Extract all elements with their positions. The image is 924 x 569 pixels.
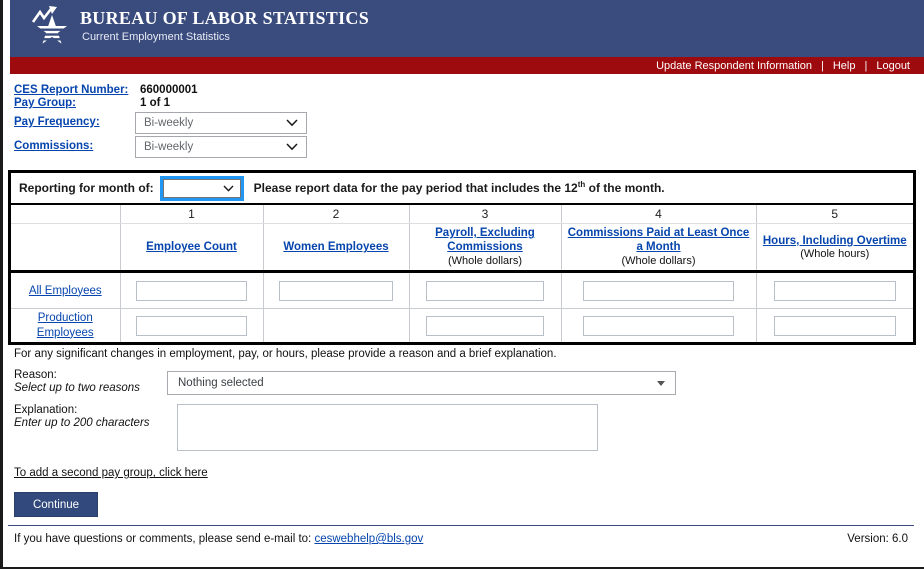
reporting-month-select-field — [163, 179, 241, 198]
reason-label: Reason: — [14, 369, 57, 381]
production-employees-payroll-input[interactable] — [426, 316, 544, 336]
explanation-textarea[interactable] — [177, 404, 598, 451]
hours-header-link[interactable]: Hours, Including Overtime — [763, 234, 907, 248]
production-employees-hours-input[interactable] — [774, 316, 896, 336]
column-header-row: Employee Count Women Employees Payroll, … — [11, 224, 913, 272]
pay-frequency-select[interactable]: Bi-weekly — [135, 112, 307, 134]
column-number: 2 — [263, 205, 409, 224]
pay-period-grid: 1 2 3 4 5 Employee Count Women Employees… — [11, 205, 913, 342]
nav-separator: | — [855, 60, 876, 72]
column-number: 1 — [120, 205, 263, 224]
bls-star-logo — [30, 5, 76, 53]
ces-report-number-value: 660000001 — [140, 84, 198, 96]
all-employees-women-employees-input[interactable] — [279, 281, 392, 301]
column-number: 3 — [409, 205, 561, 224]
production-employees-employee-count-input[interactable] — [136, 316, 247, 336]
logout-link[interactable]: Logout — [876, 60, 910, 72]
chevron-down-icon — [286, 119, 298, 127]
continue-button[interactable]: Continue — [14, 492, 98, 517]
production-employees-row-link[interactable]: Production Employees — [11, 311, 120, 341]
pay-group-label[interactable]: Pay Group: — [14, 97, 76, 109]
reporting-month-label: Reporting for month of: — [19, 181, 154, 195]
all-employees-employee-count-input[interactable] — [136, 281, 247, 301]
commissions-select[interactable]: Bi-weekly — [135, 136, 307, 158]
add-second-pay-group-link[interactable]: To add a second pay group, click here — [14, 467, 208, 479]
header-banner: BUREAU OF LABOR STATISTICS Current Emplo… — [10, 0, 924, 57]
reporting-month-row: Reporting for month of: Please report da… — [11, 173, 913, 205]
window-left-edge — [0, 0, 3, 569]
payroll-header-link[interactable]: Payroll, Excluding Commissions — [416, 226, 555, 255]
all-employees-row: All Employees — [11, 272, 913, 309]
nav-separator: | — [812, 60, 833, 72]
pay-group-value: 1 of 1 — [140, 97, 170, 109]
column-number: 5 — [756, 205, 913, 224]
commissions-paid-header-link[interactable]: Commissions Paid at Least Once a Month — [568, 226, 750, 255]
significant-changes-note: For any significant changes in employmen… — [14, 348, 557, 360]
all-employees-commissions-input[interactable] — [583, 281, 734, 301]
commissions-selected-value: Bi-weekly — [144, 141, 193, 153]
explanation-hint: Enter up to 200 characters — [14, 417, 150, 429]
column-number: 4 — [561, 205, 756, 224]
footer-help-text: If you have questions or comments, pleas… — [14, 533, 423, 545]
reason-hint: Select up to two reasons — [14, 382, 140, 394]
all-employees-hours-input[interactable] — [774, 281, 896, 301]
employee-count-header-link[interactable]: Employee Count — [146, 240, 237, 254]
report-data-table: Reporting for month of: Please report da… — [8, 170, 916, 345]
all-employees-row-link[interactable]: All Employees — [17, 284, 114, 299]
commissions-label[interactable]: Commissions: — [14, 140, 93, 152]
corner-cell — [11, 224, 120, 272]
corner-cell — [11, 205, 120, 224]
site-subtitle: Current Employment Statistics — [82, 31, 230, 43]
reason-select[interactable]: Nothing selected — [167, 371, 676, 395]
version-text: Version: 6.0 — [847, 533, 908, 545]
reporting-month-select[interactable] — [160, 176, 244, 201]
pay-frequency-selected-value: Bi-weekly — [144, 117, 193, 129]
chevron-down-icon — [223, 185, 234, 192]
ces-report-number-label[interactable]: CES Report Number: — [14, 84, 128, 96]
caret-down-icon — [657, 381, 665, 386]
empty-cell — [263, 309, 409, 343]
column-number-row: 1 2 3 4 5 — [11, 205, 913, 224]
ces-webhelp-email-link[interactable]: ceswebhelp@bls.gov — [314, 533, 423, 545]
reason-selected-value: Nothing selected — [178, 377, 264, 389]
pay-frequency-label[interactable]: Pay Frequency: — [14, 116, 100, 128]
all-employees-payroll-input[interactable] — [426, 281, 544, 301]
ces-report-page: BUREAU OF LABOR STATISTICS Current Emplo… — [0, 0, 924, 569]
women-employees-header-link[interactable]: Women Employees — [283, 240, 388, 254]
production-employees-row: Production Employees — [11, 309, 913, 343]
chevron-down-icon — [286, 143, 298, 151]
help-link[interactable]: Help — [833, 60, 856, 72]
explanation-label: Explanation: — [14, 404, 77, 416]
site-title: BUREAU OF LABOR STATISTICS — [80, 8, 369, 29]
reporting-note: Please report data for the pay period th… — [254, 181, 665, 195]
update-respondent-info-link[interactable]: Update Respondent Information — [656, 60, 812, 72]
production-employees-commissions-input[interactable] — [583, 316, 734, 336]
footer-divider — [8, 525, 914, 526]
utility-bar: Update Respondent Information | Help | L… — [10, 57, 924, 74]
